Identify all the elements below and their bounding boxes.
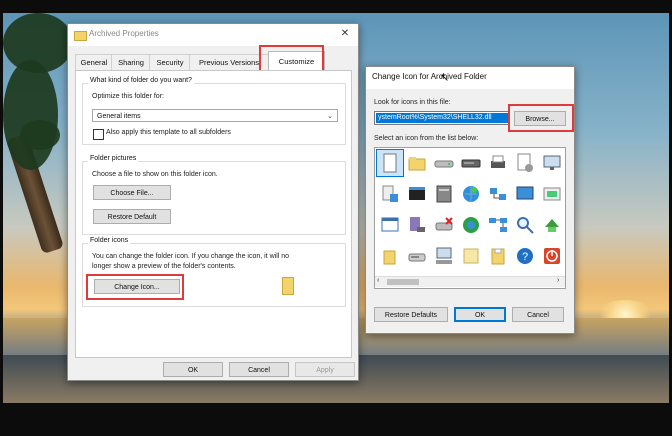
blank-document-icon[interactable]: [376, 149, 404, 177]
icons-description-line2: longer show a preview of the folder's co…: [92, 263, 236, 270]
delete-drive-icon[interactable]: [431, 212, 457, 238]
optimize-label: Optimize this folder for:: [92, 93, 164, 100]
apply-subfolders-label: Also apply this template to all subfolde…: [106, 129, 231, 136]
monitor-keyboard-icon[interactable]: [431, 243, 457, 269]
screen-icon[interactable]: [512, 181, 538, 207]
mouse-pointer-icon: ↖: [440, 72, 450, 84]
horizontal-scrollbar[interactable]: ‹ ›: [375, 276, 565, 287]
chevron-down-icon: ⌄: [327, 113, 333, 120]
apply-button[interactable]: Apply: [295, 362, 355, 377]
folder-preview-icon: [282, 277, 294, 295]
apply-subfolders-checkbox[interactable]: [93, 129, 104, 140]
palm-frond: [20, 120, 60, 150]
choose-file-button[interactable]: Choose File...: [93, 185, 171, 200]
tab-previous-versions[interactable]: Previous Versions: [189, 54, 269, 70]
network-computer-icon[interactable]: [377, 181, 403, 207]
icon-list[interactable]: ? ‹ ›: [374, 147, 566, 289]
ok-button[interactable]: OK: [163, 362, 223, 377]
globe-icon[interactable]: [458, 181, 484, 207]
close-icon[interactable]: ✕: [338, 27, 352, 41]
properties-dialog: Archived Properties ✕ General Sharing Se…: [67, 23, 359, 381]
cancel-button[interactable]: Cancel: [229, 362, 289, 377]
change-icon-cancel-button[interactable]: Cancel: [512, 307, 564, 322]
monitor-icon[interactable]: [539, 150, 565, 176]
printer-icon[interactable]: [485, 150, 511, 176]
network-icon[interactable]: [485, 212, 511, 238]
power-icon[interactable]: [539, 243, 565, 269]
icons-description-line1: You can change the folder icon. If you c…: [92, 253, 290, 260]
restore-default-button[interactable]: Restore Default: [93, 209, 171, 224]
svg-text:?: ?: [522, 251, 528, 263]
scanner-icon[interactable]: [539, 181, 565, 207]
folder-icon: [74, 31, 87, 41]
cd-drive-icon[interactable]: [404, 243, 430, 269]
icons-heading: Folder icons: [88, 237, 131, 244]
pictures-heading: Folder pictures: [88, 155, 139, 162]
hard-drive-icon[interactable]: [458, 150, 484, 176]
icon-file-path-input[interactable]: ystemRoot%\System32\SHELL32.dll: [374, 111, 510, 125]
icon-file-path-value: ystemRoot%\System32\SHELL32.dll: [376, 113, 510, 123]
tab-general[interactable]: General: [75, 54, 113, 70]
note-icon[interactable]: [458, 243, 484, 269]
tab-security[interactable]: Security: [149, 54, 191, 70]
look-for-label: Look for icons in this file:: [374, 99, 451, 106]
scrollbar-thumb[interactable]: [387, 279, 419, 285]
folder-small-icon[interactable]: [377, 243, 403, 269]
search-icon[interactable]: [512, 212, 538, 238]
document-gear-icon[interactable]: [512, 150, 538, 176]
optimize-select[interactable]: General items ⌄: [92, 109, 338, 122]
optimize-heading: What kind of folder do you want?: [88, 77, 194, 84]
highlight-browse: [508, 104, 574, 132]
network-share-icon[interactable]: [485, 181, 511, 207]
properties-titlebar: Archived Properties ✕: [68, 24, 358, 46]
recycle-green-icon[interactable]: [539, 212, 565, 238]
letterbox-bottom: [0, 403, 672, 436]
scroll-right-arrow-icon[interactable]: ›: [557, 277, 559, 284]
palm-frond: [3, 60, 58, 170]
drive-icon[interactable]: [431, 150, 457, 176]
restore-defaults-button[interactable]: Restore Defaults: [374, 307, 448, 322]
console-icon[interactable]: [404, 181, 430, 207]
change-icon-titlebar: Change Icon for Archived Folder ↖: [366, 67, 574, 89]
window-icon[interactable]: [377, 212, 403, 238]
select-icon-label: Select an icon from the list below:: [374, 135, 479, 142]
change-icon-ok-button[interactable]: OK: [454, 307, 506, 322]
scroll-left-arrow-icon[interactable]: ‹: [377, 277, 379, 284]
change-icon-title: Change Icon for Archived Folder: [372, 72, 487, 81]
server-icon[interactable]: [431, 181, 457, 207]
optimize-selected-value: General items: [97, 113, 141, 120]
highlight-change-icon: [86, 274, 184, 300]
folder-icon[interactable]: [404, 150, 430, 176]
folder-yellow-icon[interactable]: [485, 243, 511, 269]
properties-title: Archived Properties: [89, 29, 159, 38]
help-icon[interactable]: ?: [512, 243, 538, 269]
disk-drive-icon[interactable]: [404, 212, 430, 238]
tab-sharing[interactable]: Sharing: [111, 54, 151, 70]
change-icon-dialog: Change Icon for Archived Folder ↖ Look f…: [365, 66, 575, 334]
sync-globe-icon[interactable]: [458, 212, 484, 238]
customize-panel: What kind of folder do you want? Optimiz…: [75, 70, 352, 358]
pictures-description: Choose a file to show on this folder ico…: [92, 171, 218, 178]
screenshot-stage: Archived Properties ✕ General Sharing Se…: [0, 0, 672, 436]
